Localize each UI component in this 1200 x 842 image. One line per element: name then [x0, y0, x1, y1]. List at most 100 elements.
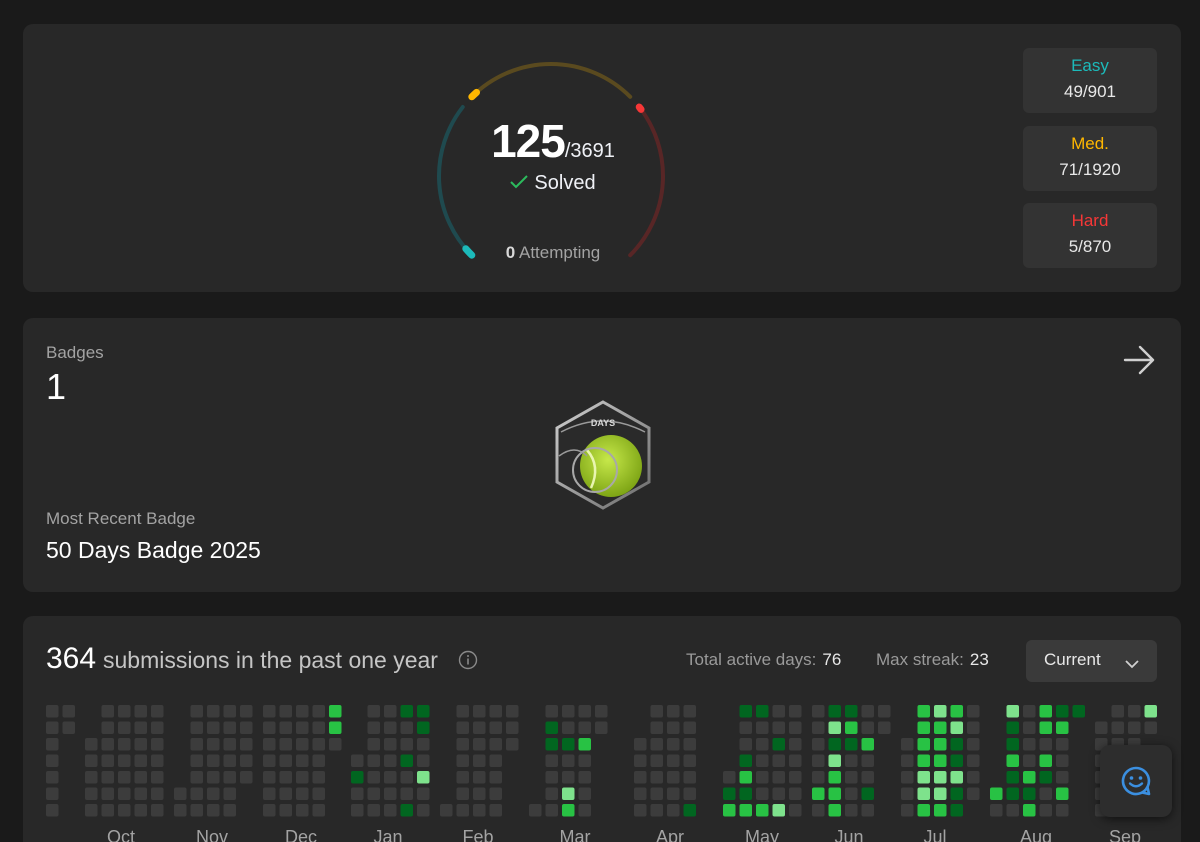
heatmap-cell[interactable]	[279, 787, 293, 801]
heatmap-cell[interactable]	[934, 771, 947, 784]
heatmap-cell[interactable]	[151, 754, 164, 768]
heatmap-cell[interactable]	[650, 804, 664, 817]
heatmap-cell[interactable]	[489, 804, 503, 817]
heatmap-cell[interactable]	[506, 705, 519, 718]
heatmap-cell[interactable]	[1023, 754, 1036, 768]
heatmap-cell[interactable]	[1144, 705, 1158, 718]
heatmap-cell[interactable]	[417, 754, 430, 768]
heatmap-cell[interactable]	[562, 705, 575, 718]
heatmap-cell[interactable]	[85, 787, 98, 801]
heatmap-cell[interactable]	[578, 738, 592, 751]
heatmap-cell[interactable]	[723, 787, 736, 801]
heatmap-cell[interactable]	[101, 721, 115, 735]
heatmap-cell[interactable]	[967, 721, 980, 735]
heatmap-cell[interactable]	[1023, 705, 1036, 718]
heatmap-cell[interactable]	[312, 754, 326, 768]
heatmap-cell[interactable]	[118, 787, 131, 801]
heatmap-cell[interactable]	[240, 738, 253, 751]
heatmap-cell[interactable]	[367, 754, 381, 768]
heatmap-cell[interactable]	[223, 738, 237, 751]
heatmap-cell[interactable]	[1056, 705, 1069, 718]
heatmap-cell[interactable]	[367, 771, 381, 784]
heatmap-cell[interactable]	[329, 705, 342, 718]
heatmap-cell[interactable]	[950, 754, 964, 768]
heatmap-cell[interactable]	[845, 754, 858, 768]
heatmap-cell[interactable]	[151, 721, 164, 735]
heatmap-cell[interactable]	[240, 771, 253, 784]
heatmap-cell[interactable]	[329, 721, 342, 735]
heatmap-cell[interactable]	[650, 738, 664, 751]
heatmap-cell[interactable]	[400, 771, 414, 784]
heatmap-cell[interactable]	[101, 804, 115, 817]
heatmap-cell[interactable]	[118, 705, 131, 718]
heatmap-cell[interactable]	[562, 738, 575, 751]
heatmap-cell[interactable]	[990, 804, 1003, 817]
heatmap-cell[interactable]	[489, 738, 503, 751]
heatmap-cell[interactable]	[934, 721, 947, 735]
heatmap-cell[interactable]	[861, 804, 875, 817]
heatmap-cell[interactable]	[634, 771, 647, 784]
heatmap-cell[interactable]	[812, 738, 825, 751]
heatmap-cell[interactable]	[683, 787, 697, 801]
heatmap-cell[interactable]	[46, 721, 59, 735]
heatmap-cell[interactable]	[417, 721, 430, 735]
heatmap-cell[interactable]	[545, 738, 559, 751]
heatmap-cell[interactable]	[683, 771, 697, 784]
heatmap-cell[interactable]	[917, 721, 931, 735]
heatmap-cell[interactable]	[190, 754, 204, 768]
heatmap-cell[interactable]	[85, 771, 98, 784]
heatmap-cell[interactable]	[296, 787, 309, 801]
heatmap-cell[interactable]	[1039, 787, 1053, 801]
heatmap-cell[interactable]	[934, 738, 947, 751]
heatmap-cell[interactable]	[756, 787, 769, 801]
heatmap-cell[interactable]	[562, 787, 575, 801]
heatmap-cell[interactable]	[1056, 787, 1069, 801]
difficulty-medium[interactable]: Med. 71/1920	[1023, 126, 1157, 191]
heatmap-cell[interactable]	[650, 771, 664, 784]
heatmap-cell[interactable]	[878, 705, 891, 718]
heatmap-cell[interactable]	[118, 738, 131, 751]
heatmap-cell[interactable]	[263, 787, 276, 801]
heatmap-cell[interactable]	[1056, 804, 1069, 817]
heatmap-cell[interactable]	[296, 771, 309, 784]
heatmap-cell[interactable]	[789, 738, 802, 751]
heatmap-cell[interactable]	[683, 705, 697, 718]
heatmap-cell[interactable]	[861, 738, 875, 751]
heatmap-cell[interactable]	[384, 738, 397, 751]
difficulty-easy[interactable]: Easy 49/901	[1023, 48, 1157, 113]
heatmap-cell[interactable]	[950, 738, 964, 751]
heatmap-cell[interactable]	[789, 754, 802, 768]
heatmap-cell[interactable]	[595, 705, 608, 718]
heatmap-cell[interactable]	[1023, 787, 1036, 801]
heatmap-cell[interactable]	[223, 804, 237, 817]
heatmap-cell[interactable]	[772, 754, 786, 768]
heatmap-cell[interactable]	[845, 738, 858, 751]
heatmap-cell[interactable]	[1128, 705, 1141, 718]
heatmap-cell[interactable]	[296, 738, 309, 751]
heatmap-cell[interactable]	[312, 721, 326, 735]
heatmap-cell[interactable]	[134, 738, 148, 751]
heatmap-cell[interactable]	[650, 787, 664, 801]
heatmap-cell[interactable]	[85, 738, 98, 751]
heatmap-cell[interactable]	[772, 738, 786, 751]
heatmap-cell[interactable]	[456, 771, 470, 784]
heatmap-cell[interactable]	[46, 771, 59, 784]
heatmap-cell[interactable]	[400, 754, 414, 768]
heatmap-cell[interactable]	[473, 738, 486, 751]
heatmap-cell[interactable]	[312, 738, 326, 751]
heatmap-cell[interactable]	[1006, 738, 1020, 751]
heatmap-cell[interactable]	[384, 705, 397, 718]
heatmap-cell[interactable]	[772, 705, 786, 718]
heatmap-cell[interactable]	[1006, 721, 1020, 735]
heatmap-cell[interactable]	[417, 787, 430, 801]
heatmap-cell[interactable]	[845, 721, 858, 735]
heatmap-cell[interactable]	[351, 787, 364, 801]
heatmap-cell[interactable]	[1006, 787, 1020, 801]
arrow-right-icon[interactable]	[1121, 342, 1157, 383]
heatmap-cell[interactable]	[207, 705, 220, 718]
heatmap-cell[interactable]	[845, 804, 858, 817]
heatmap-cell[interactable]	[489, 705, 503, 718]
heatmap-cell[interactable]	[312, 804, 326, 817]
heatmap-cell[interactable]	[967, 787, 980, 801]
heatmap-cell[interactable]	[578, 771, 592, 784]
